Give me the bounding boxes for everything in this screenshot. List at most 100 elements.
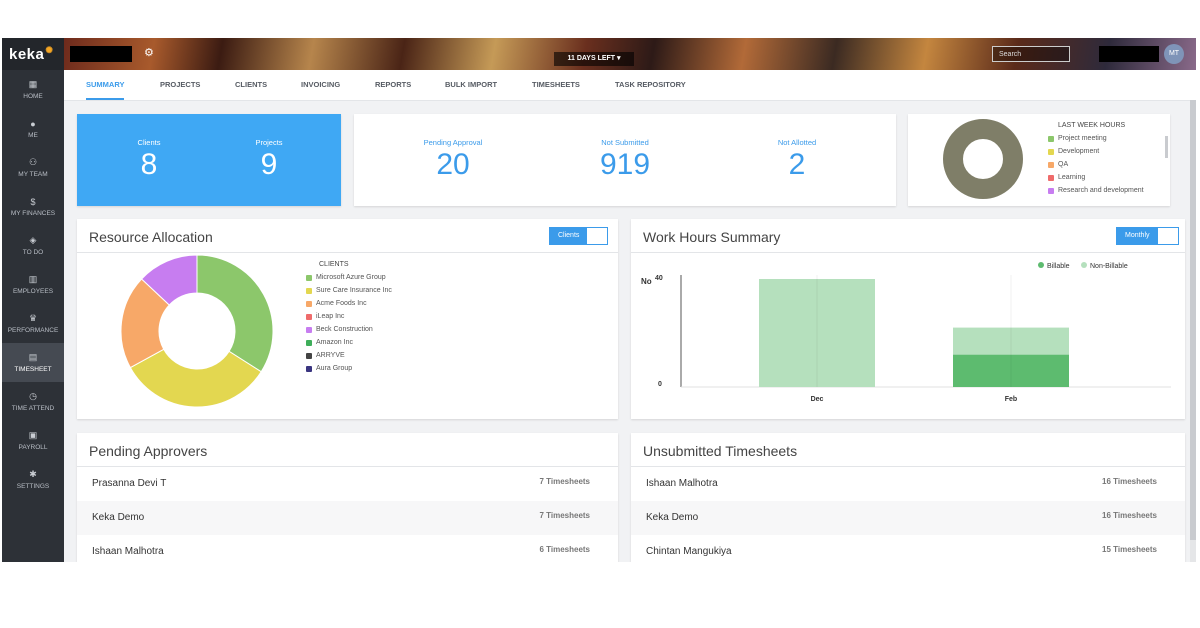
sidebar-item-home[interactable]: ▦ HOME [2,70,64,109]
legend-label: Learning [1058,174,1086,181]
unsubmitted-timesheets-card: Unsubmitted Timesheets Ishaan Malhotra 1… [631,433,1185,562]
sidebar-item-label: TO DO [22,249,44,256]
client-legend-item[interactable]: Beck Construction [306,326,373,333]
legend-label: Acme Foods Inc [316,300,367,307]
last-week-legend-item[interactable]: Project meeting [1048,135,1107,142]
legend-label: QA [1058,161,1069,168]
divider [77,252,618,253]
not-allotted-count[interactable]: 2 [747,148,847,182]
monthly-toggle[interactable]: Monthly [1116,227,1179,245]
clients-legend-title: CLIENTS [319,261,349,268]
sidebar-item-label: SETTINGS [16,483,50,490]
pending-approval-count[interactable]: 20 [403,148,503,182]
sidebar-item-to-do[interactable]: ◈ TO DO [2,226,64,265]
employee-name: Chintan Mangukiya [646,546,732,557]
legend-label: Amazon Inc [316,339,353,346]
list-item[interactable]: Chintan Mangukiya 15 Timesheets [631,535,1185,562]
search-input[interactable]: Search [992,46,1070,62]
projects-count[interactable]: 9 [219,148,319,182]
list-item[interactable]: Keka Demo 7 Timesheets [77,501,618,535]
not-submitted-count[interactable]: 919 [575,148,675,182]
client-legend-item[interactable]: Microsoft Azure Group [306,274,386,281]
clients-toggle[interactable]: Clients [549,227,609,245]
sidebar-item-my-finances[interactable]: $ MY FINANCES [2,187,64,226]
employees-icon: ▥ [28,274,38,284]
sidebar-item-settings[interactable]: ✱ SETTINGS [2,460,64,499]
client-legend-item[interactable]: Aura Group [306,365,352,372]
last-week-legend-item[interactable]: Learning [1048,174,1085,181]
y-tick-label: 40 [655,275,663,282]
gear-icon[interactable]: ⚙ [144,46,154,59]
legend-label-non-billable[interactable]: Non-Billable [1090,263,1128,270]
tab-summary[interactable]: SUMMARY [86,70,125,100]
legend-label: Beck Construction [316,326,373,333]
toggle-knob [1158,228,1178,244]
sidebar-item-label: TIMESHEET [14,366,52,373]
work-hours-title: Work Hours Summary [643,229,781,245]
approver-name: Prasanna Devi T [92,478,167,489]
legend-label: Research and development [1058,187,1144,194]
legend-swatch [1048,174,1054,181]
timesheet-icon: ▤ [28,352,38,362]
list-item[interactable]: Ishaan Malhotra 16 Timesheets [631,467,1185,501]
legend-swatch [306,313,312,320]
clients-count[interactable]: 8 [99,148,199,182]
sidebar-item-me[interactable]: ● ME [2,109,64,148]
last-week-legend-item[interactable]: Research and development [1048,187,1144,194]
resource-allocation-card: Resource Allocation Clients CLIENTS Micr… [77,219,618,419]
list-item[interactable]: Prasanna Devi T 7 Timesheets [77,467,618,501]
last-week-legend-item[interactable]: QA [1048,161,1068,168]
sidebar-item-label: PAYROLL [18,444,48,451]
sidebar-item-employees[interactable]: ▥ EMPLOYEES [2,265,64,304]
legend-swatch [306,300,312,307]
trial-days-left[interactable]: 11 DAYS LEFT ▾ [554,52,634,66]
tab-invoicing[interactable]: INVOICING [301,70,340,100]
tab-clients[interactable]: CLIENTS [235,70,267,100]
brand-logo[interactable]: keka ✺ [2,38,64,70]
pending-approvers-card: Pending Approvers Prasanna Devi T 7 Time… [77,433,618,562]
legend-label: ARRYVE [316,352,345,359]
payroll-icon: ▣ [28,430,38,440]
tab-bulk-import[interactable]: BULK IMPORT [445,70,497,100]
client-legend-item[interactable]: Amazon Inc [306,339,353,346]
tab-timesheets[interactable]: TIMESHEETS [532,70,580,100]
sidebar-item-time-attend[interactable]: ◷ TIME ATTEND [2,382,64,421]
tab-task-repository[interactable]: TASK REPOSITORY [615,70,686,100]
y-tick-label: 0 [658,381,662,388]
legend-label-billable[interactable]: Billable [1047,263,1070,270]
list-item[interactable]: Keka Demo 16 Timesheets [631,501,1185,535]
timesheet-count: 7 Timesheets [539,511,590,520]
pie-slice-microsoft-azure-group[interactable] [196,254,274,373]
app-window: keka ✺ ▦ HOME ● ME ⚇ MY TEAM $ MY FINANCES ◈ TO DO… [2,38,1196,562]
resource-allocation-donut [120,254,274,408]
client-legend-item[interactable]: iLeap Inc [306,313,344,320]
tab-reports[interactable]: REPORTS [375,70,411,100]
tab-projects[interactable]: PROJECTS [160,70,200,100]
legend-dot-billable [1038,262,1044,268]
legend-label: iLeap Inc [316,313,345,320]
avatar[interactable]: MT [1164,44,1184,64]
sidebar-item-payroll[interactable]: ▣ PAYROLL [2,421,64,460]
timesheet-count: 16 Timesheets [1102,511,1157,520]
sidebar-item-label: MY FINANCES [10,209,56,217]
legend-label: Aura Group [316,365,353,372]
list-item[interactable]: Ishaan Malhotra 6 Timesheets [77,535,618,562]
client-legend-item[interactable]: ARRYVE [306,352,345,359]
legend-scrollbar[interactable] [1165,136,1168,158]
settings-icon: ✱ [29,469,37,479]
sidebar-item-my-team[interactable]: ⚇ MY TEAM [2,148,64,187]
page-scrollbar-thumb[interactable] [1190,100,1196,540]
sidebar-item-timesheet[interactable]: ▤ TIMESHEET [2,343,64,382]
legend-swatch [306,274,312,281]
client-legend-item[interactable]: Acme Foods Inc [306,300,367,307]
sidebar-item-performance[interactable]: ♛ PERFORMANCE [2,304,64,343]
last-week-legend-item[interactable]: Development [1048,148,1099,155]
sidebar-item-label: TIME ATTEND [11,405,55,412]
sidebar-item-label: MY TEAM [18,171,48,178]
approver-name: Ishaan Malhotra [92,546,164,557]
legend-swatch [306,287,312,294]
client-legend-item[interactable]: Sure Care Insurance Inc [306,287,392,294]
clock-icon: ◷ [29,391,37,401]
sidebar: keka ✺ ▦ HOME ● ME ⚇ MY TEAM $ MY FINANCES ◈ TO DO… [2,38,64,562]
tab-bar: SUMMARY PROJECTS CLIENTS INVOICING REPOR… [64,70,1196,101]
